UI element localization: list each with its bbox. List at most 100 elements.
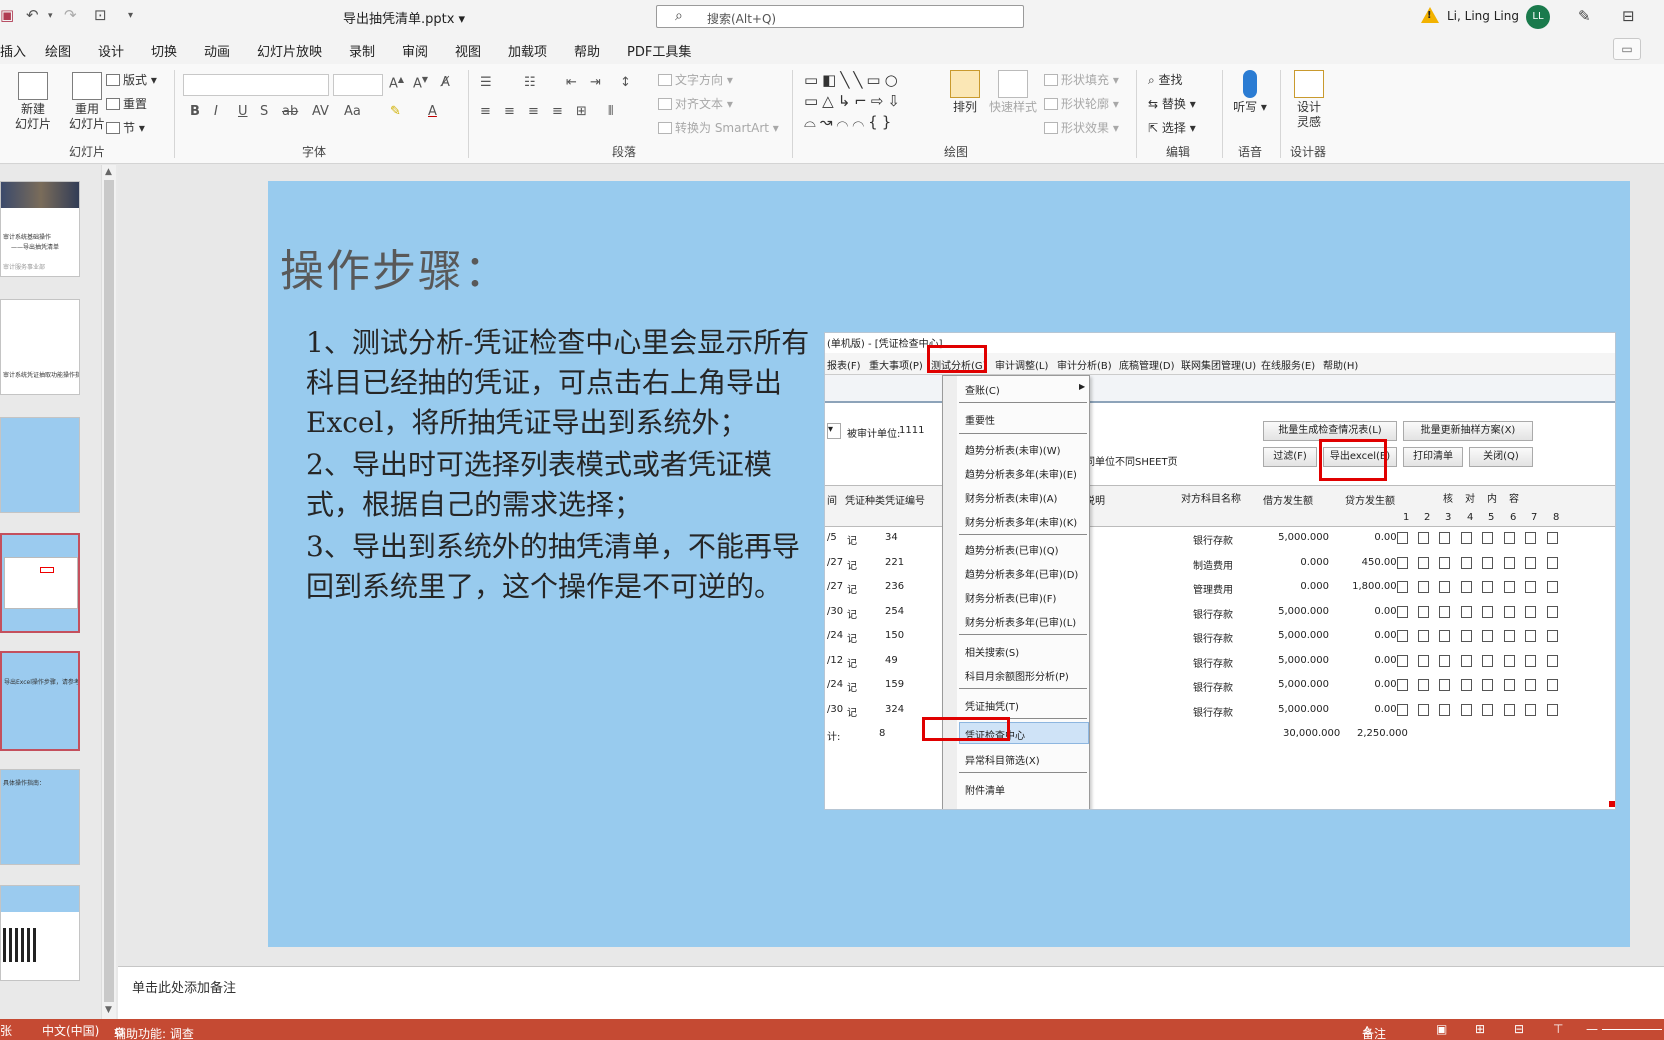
check-checkbox	[1547, 532, 1558, 544]
comments-icon[interactable]: ▭	[1613, 38, 1641, 60]
align-left-icon[interactable]: ≡	[480, 104, 491, 119]
undo-icon[interactable]: ↶	[26, 6, 39, 24]
check-checkbox	[1418, 703, 1429, 716]
tab-review[interactable]: 审阅	[402, 41, 428, 60]
customize-toolbar-icon[interactable]: ▾	[128, 10, 133, 21]
section-button[interactable]: 节 ▾	[106, 119, 145, 136]
warning-icon[interactable]: !	[1421, 7, 1439, 23]
justify-icon[interactable]: ≡	[552, 104, 563, 119]
ribbon-display-icon[interactable]: ⊟	[1622, 7, 1635, 25]
slide-thumbnail-3[interactable]	[0, 417, 80, 513]
highlight-icon[interactable]: ✎	[390, 104, 401, 119]
dropdown-item: 科目月余额图形分析(P)	[965, 672, 1069, 683]
increase-font-icon[interactable]: A▲	[389, 75, 404, 91]
tab-view[interactable]: 视图	[455, 41, 481, 60]
line-spacing-icon[interactable]: ↕	[620, 75, 631, 90]
scrollbar-thumb[interactable]	[104, 180, 114, 1002]
slide-thumbnail-7[interactable]	[0, 885, 80, 981]
dictate-button[interactable]: 听写 ▾	[1230, 70, 1270, 115]
slide-body-text[interactable]: 1、测试分析-凭证检查中心里会显示所有科目已经抽的凭证，可点击右上角导出Exce…	[306, 323, 816, 609]
save-icon[interactable]: ▣	[0, 6, 14, 24]
language-indicator[interactable]: 中文(中国)	[42, 1022, 99, 1039]
font-name-box[interactable]	[183, 74, 329, 96]
shape-effects-button[interactable]: 形状效果 ▾	[1044, 119, 1119, 136]
align-center-icon[interactable]: ≡	[504, 104, 515, 119]
text-direction-button[interactable]: 文字方向 ▾	[658, 71, 733, 88]
document-title[interactable]: 导出抽凭清单.pptx ▾	[343, 8, 465, 27]
tab-slideshow[interactable]: 幻灯片放映	[257, 41, 322, 60]
zoom-out-icon[interactable]: —	[1586, 1022, 1598, 1036]
slide-thumbnail-5[interactable]: 导出Excel操作步骤，请参考	[0, 651, 80, 751]
pen-icon[interactable]: ✎	[1578, 7, 1591, 25]
search-box[interactable]: ⌕ 搜索(Alt+Q)	[656, 5, 1024, 28]
cell-voucher-type: 记	[847, 658, 857, 670]
reset-button[interactable]: 重置	[106, 95, 147, 112]
tab-transitions[interactable]: 切换	[151, 41, 177, 60]
slide-thumbnail-1[interactable]: 审计系统基础操作 ——导出抽凭清单 审计服务事业部	[0, 181, 80, 277]
decrease-indent-icon[interactable]: ⇤	[566, 75, 577, 90]
slide-sorter-icon[interactable]: ⊞	[1475, 1022, 1485, 1036]
distributed-icon[interactable]: ⊞	[576, 104, 587, 119]
slide-counter[interactable]: 张	[0, 1022, 12, 1039]
bold-icon[interactable]: B	[190, 104, 200, 119]
increase-indent-icon[interactable]: ⇥	[590, 75, 601, 90]
char-spacing-icon[interactable]: AV	[312, 104, 329, 119]
tab-pdf-tools[interactable]: PDF工具集	[627, 41, 691, 60]
font-color-icon[interactable]: A	[428, 104, 437, 119]
design-ideas-button[interactable]: 设计 灵感	[1288, 70, 1330, 130]
replace-button[interactable]: ⇆ 替换 ▾	[1148, 95, 1196, 112]
align-right-icon[interactable]: ≡	[528, 104, 539, 119]
select-button[interactable]: ⇱ 选择 ▾	[1148, 119, 1196, 136]
change-case-icon[interactable]: Aa	[344, 104, 361, 119]
check-checkbox	[1482, 630, 1493, 642]
tab-animations[interactable]: 动画	[204, 41, 230, 60]
present-icon[interactable]: ⊡	[94, 6, 107, 24]
slide-thumbnail-2[interactable]: 审计系统凭证抽取功能操作指南	[0, 299, 80, 395]
shapes-gallery[interactable]: ▭◧╲╲▭○ ▭△↳⌐⇨⇩ ⌓↝⌒⌒{}	[804, 70, 936, 134]
arrange-button[interactable]: 排列	[945, 70, 985, 115]
cell-debit: 5,000.000	[1278, 630, 1329, 641]
undo-dropdown-icon[interactable]: ▾	[48, 11, 53, 21]
tab-addins[interactable]: 加载项	[508, 41, 547, 60]
slide-thumbnail-6[interactable]: 具体操作指南：	[0, 769, 80, 865]
underline-icon[interactable]: U	[238, 104, 248, 119]
zoom-slider[interactable]	[1602, 1029, 1662, 1030]
tab-insert[interactable]: 插入	[0, 41, 26, 60]
tab-design[interactable]: 设计	[98, 41, 124, 60]
align-text-button[interactable]: 对齐文本 ▾	[658, 95, 733, 112]
slide-title[interactable]: 操作步骤：	[280, 235, 510, 299]
layout-button[interactable]: 版式 ▾	[106, 71, 157, 88]
decrease-font-icon[interactable]: A▼	[413, 75, 428, 91]
bullets-icon[interactable]: ☰	[480, 75, 492, 90]
reuse-slide-button[interactable]: 重用 幻灯片	[62, 72, 112, 132]
avatar[interactable]: LL	[1526, 5, 1550, 29]
tab-draw[interactable]: 绘图	[45, 41, 71, 60]
search-placeholder: 搜索(Alt+Q)	[707, 12, 777, 26]
font-size-box[interactable]	[333, 74, 383, 96]
quick-styles-button[interactable]: 快速样式	[985, 70, 1041, 115]
notes-pane[interactable]: 单击此处添加备注	[118, 967, 1664, 1019]
find-button[interactable]: ⌕ 查找	[1148, 71, 1183, 88]
strikethrough-icon[interactable]: ab	[282, 104, 298, 119]
user-name[interactable]: Li, Ling Ling	[1447, 9, 1519, 23]
numbering-icon[interactable]: ☷	[524, 75, 536, 90]
shape-fill-button[interactable]: 形状填充 ▾	[1044, 71, 1119, 88]
scroll-up-icon[interactable]: ▲	[105, 167, 112, 177]
shadow-icon[interactable]: S	[260, 104, 268, 119]
slide-thumbnail-4[interactable]	[0, 533, 80, 633]
tab-help[interactable]: 帮助	[574, 41, 600, 60]
thumbnail-scrollbar[interactable]: ▲ ▼	[101, 165, 116, 1020]
embedded-screenshot[interactable]: (单机版) - [凭证检查中心] 报表(F) 重大事项(P) 测试分析(G) 审…	[824, 332, 1616, 810]
slideshow-view-icon[interactable]: ⊤	[1553, 1022, 1563, 1036]
convert-smartart-button[interactable]: 转换为 SmartArt ▾	[658, 119, 779, 136]
normal-view-icon[interactable]: ▣	[1436, 1022, 1447, 1036]
reading-view-icon[interactable]: ⊟	[1514, 1022, 1524, 1036]
shape-outline-button[interactable]: 形状轮廓 ▾	[1044, 95, 1119, 112]
redo-icon[interactable]: ↷	[64, 6, 77, 24]
scroll-down-icon[interactable]: ▼	[105, 1005, 112, 1015]
columns-icon[interactable]: ⫴	[608, 104, 613, 119]
italic-icon[interactable]: I	[214, 104, 218, 119]
new-slide-button[interactable]: 新建 幻灯片	[8, 72, 58, 132]
clear-format-icon[interactable]: A̸	[441, 75, 450, 90]
tab-record[interactable]: 录制	[349, 41, 375, 60]
